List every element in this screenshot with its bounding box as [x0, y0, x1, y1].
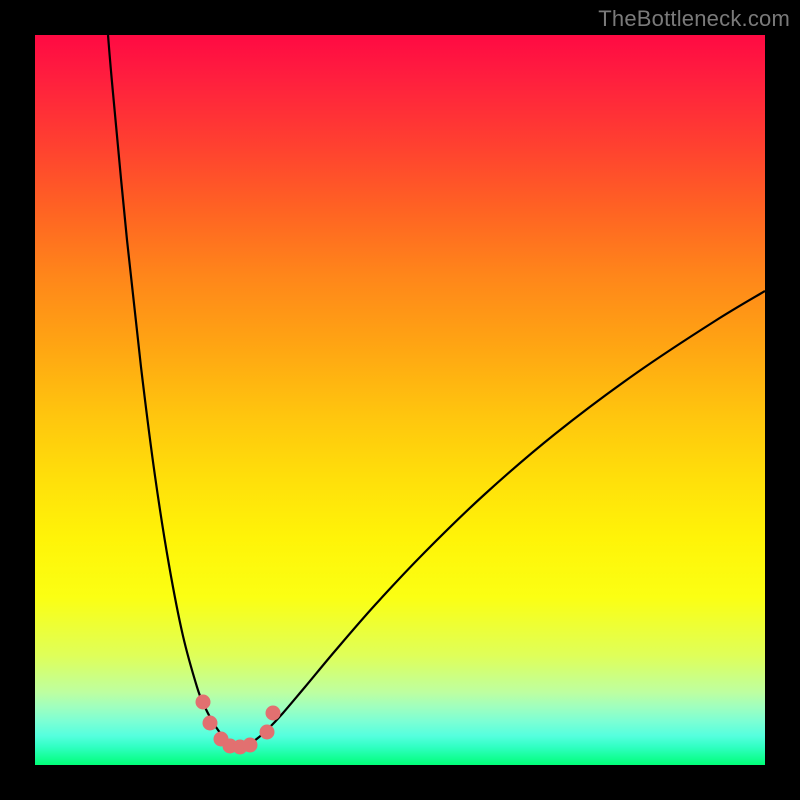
bottleneck-curve	[108, 35, 765, 747]
chart-frame: TheBottleneck.com	[0, 0, 800, 800]
cluster-dot	[260, 725, 275, 740]
cluster-dot	[266, 706, 281, 721]
bottom-dot-cluster	[196, 695, 281, 755]
curve-right-branch	[234, 291, 765, 747]
plot-area	[35, 35, 765, 765]
cluster-dot	[203, 716, 218, 731]
cluster-dot	[196, 695, 211, 710]
watermark-text: TheBottleneck.com	[598, 6, 790, 32]
curve-layer	[35, 35, 765, 765]
cluster-dot	[243, 738, 258, 753]
curve-left-branch	[108, 35, 234, 747]
